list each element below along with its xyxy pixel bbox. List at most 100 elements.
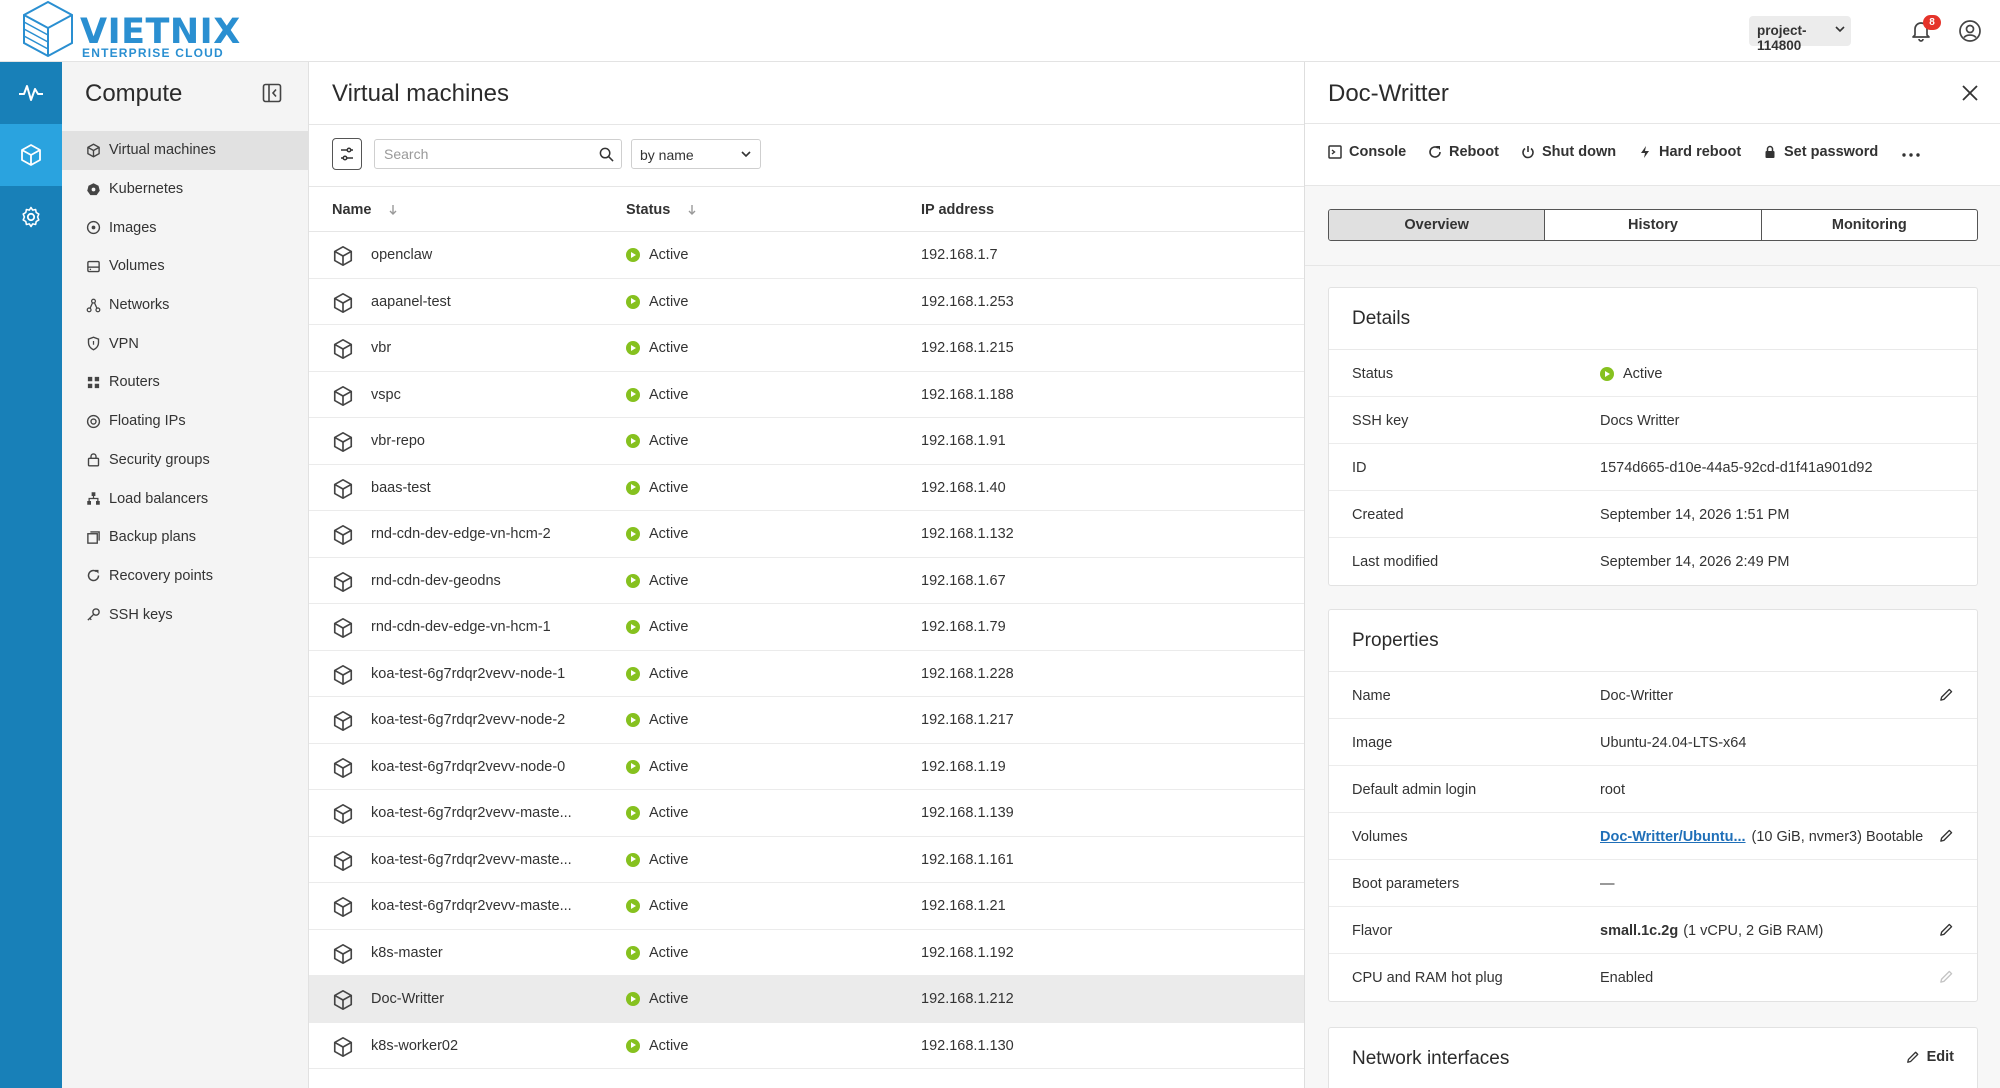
sidebar-item-networks[interactable]: Networks [62,286,308,325]
column-header-status[interactable]: Status [626,202,670,218]
rail-settings[interactable] [0,186,62,248]
detail-key: Status [1352,366,1394,382]
sort-select[interactable]: by name [631,139,761,169]
hard-reboot-button[interactable]: Hard reboot [1638,144,1741,160]
sidebar-item-label: Recovery points [109,567,213,584]
sidebar-item-load-balancers[interactable]: Load balancers [62,479,308,518]
user-account-icon[interactable] [1958,19,1982,43]
edit-network-button[interactable]: Edit [1906,1049,1954,1065]
table-row[interactable]: vbr-repo Active 192.168.1.91 [309,418,1304,465]
sort-arrow-down-icon[interactable] [687,204,697,216]
status-active-icon [626,1038,640,1053]
status-active-icon [626,480,640,495]
edit-pencil-icon[interactable] [1939,828,1954,843]
set-password-button[interactable]: Set password [1763,144,1878,160]
table-row[interactable]: koa-test-6g7rdqr2vevv-node-1 Active 192.16… [309,651,1304,697]
table-row[interactable]: vbr Active 192.168.1.215 [309,325,1304,372]
status-active-icon [626,899,640,913]
status-text: Active [649,340,689,356]
table-row[interactable]: koa-test-6g7rdqr2vevv-node-2 Active 192.16… [309,697,1304,744]
app-rail [0,62,62,1088]
table-body: openclaw Active 192.168.1.7 aapanel-test Act… [309,232,1304,1069]
more-options-icon[interactable] [1902,153,1920,157]
table-row[interactable]: k8s-worker02 Active 192.168.1.130 [309,1023,1304,1069]
tab-history[interactable]: History [1545,210,1762,240]
sidebar-item-label: SSH keys [109,606,173,623]
vm-detail-panel: Doc-Writter Console Reboot Shut down Har… [1304,62,2000,1088]
volume-link[interactable]: Doc-Writter/Ubuntu... [1600,829,1746,845]
sidebar-item-security-groups[interactable]: Security groups [62,441,308,480]
edit-pencil-icon[interactable] [1939,922,1954,937]
column-header-ip[interactable]: IP address [921,202,994,218]
reboot-button[interactable]: Reboot [1428,144,1499,160]
table-row[interactable]: koa-test-6g7rdqr2vevv-maste... Active 192.… [309,883,1304,930]
vm-ip-address: 192.168.1.188 [921,386,1014,403]
sidebar-item-label: Networks [109,297,170,314]
detail-key: Created [1352,507,1404,523]
shut-down-button[interactable]: Shut down [1521,144,1616,160]
vm-status: Active [626,1038,689,1054]
table-row[interactable]: baas-test Active 192.168.1.40 [309,465,1304,511]
key-icon [85,607,101,623]
table-row[interactable]: openclaw Active 192.168.1.7 [309,232,1304,279]
vm-cube-icon [332,431,354,453]
vm-cube-icon [332,896,354,918]
compute-sidebar: Compute Virtual machines Kubernetes Imag… [62,62,309,1088]
rail-compute[interactable] [0,124,62,186]
property-key: Boot parameters [1352,876,1460,892]
chevron-down-icon [1835,26,1845,33]
details-title: Details [1329,288,1977,350]
vm-status: Active [626,805,689,821]
tab-overview[interactable]: Overview [1329,210,1546,240]
rail-monitoring[interactable] [0,62,62,124]
vm-cube-icon [332,292,354,314]
sidebar-item-volumes[interactable]: Volumes [62,247,308,286]
status-active-icon [626,248,640,262]
search-input[interactable] [375,140,585,168]
detail-key: SSH key [1352,413,1409,429]
table-row[interactable]: k8s-master Active 192.168.1.192 [309,930,1304,976]
status-active-icon [626,806,640,820]
table-row[interactable]: koa-test-6g7rdqr2vevv-maste... Active 192.… [309,837,1304,883]
sidebar-item-label: Virtual machines [109,142,216,159]
vietnix-logo[interactable]: VIETNIX ENTERPRISE CLOUD [18,0,240,60]
column-header-name[interactable]: Name [332,202,372,218]
sidebar-item-floating-ips[interactable]: Floating IPs [62,402,308,441]
table-row[interactable]: rnd-cdn-dev-edge-vn-hcm-1 Active 192.168.1… [309,604,1304,651]
table-row[interactable]: aapanel-test Active 192.168.1.253 [309,279,1304,325]
filter-button[interactable] [332,138,362,170]
backup-icon [85,529,101,545]
sidebar-item-images[interactable]: Images [62,208,308,247]
vm-list-area: Virtual machines by name Name Status IP … [309,62,1304,1088]
tab-monitoring[interactable]: Monitoring [1762,210,1977,240]
property-value: — [1600,876,1615,892]
sidebar-item-routers[interactable]: Routers [62,363,308,402]
vm-ip-address: 192.168.1.67 [921,572,1006,589]
table-row[interactable]: koa-test-6g7rdqr2vevv-maste... Active 192.… [309,790,1304,837]
sidebar-item-ssh-keys[interactable]: SSH keys [62,595,308,634]
vm-name: vbr [371,340,392,356]
table-row[interactable]: rnd-cdn-dev-edge-vn-hcm-2 Active 192.168.1… [309,511,1304,558]
sidebar-item-recovery-points[interactable]: Recovery points [62,557,308,596]
close-icon[interactable] [1961,84,1979,102]
sidebar-item-backup-plans[interactable]: Backup plans [62,518,308,557]
vm-ip-address: 192.168.1.79 [921,619,1006,635]
table-row[interactable]: Doc-Writter Active 192.168.1.212 [309,976,1304,1023]
console-button[interactable]: Console [1328,144,1406,160]
collapse-sidebar-icon[interactable] [262,83,282,103]
table-row[interactable]: koa-test-6g7rdqr2vevv-node-0 Active 192.16… [309,744,1304,790]
sidebar-item-virtual-machines[interactable]: Virtual machines [62,131,308,170]
table-row[interactable]: vspc Active 192.168.1.188 [309,372,1304,418]
detail-row-id: ID 1574d665-d10e-44a5-92cd-d1f41a901d92 [1329,444,1977,491]
network-icon [85,297,101,313]
vm-name: vspc [371,386,401,403]
sidebar-item-vpn[interactable]: VPN [62,324,308,363]
edit-pencil-icon[interactable] [1939,687,1954,702]
project-selector[interactable]: project-114800 [1749,16,1851,53]
sort-arrow-down-icon[interactable] [388,204,398,216]
table-row[interactable]: rnd-cdn-dev-geodns Active 192.168.1.67 [309,558,1304,604]
sidebar-item-kubernetes[interactable]: Kubernetes [62,170,308,209]
volume-icon [85,258,101,274]
search-icon[interactable] [599,147,614,162]
vm-status: Active [626,852,689,868]
